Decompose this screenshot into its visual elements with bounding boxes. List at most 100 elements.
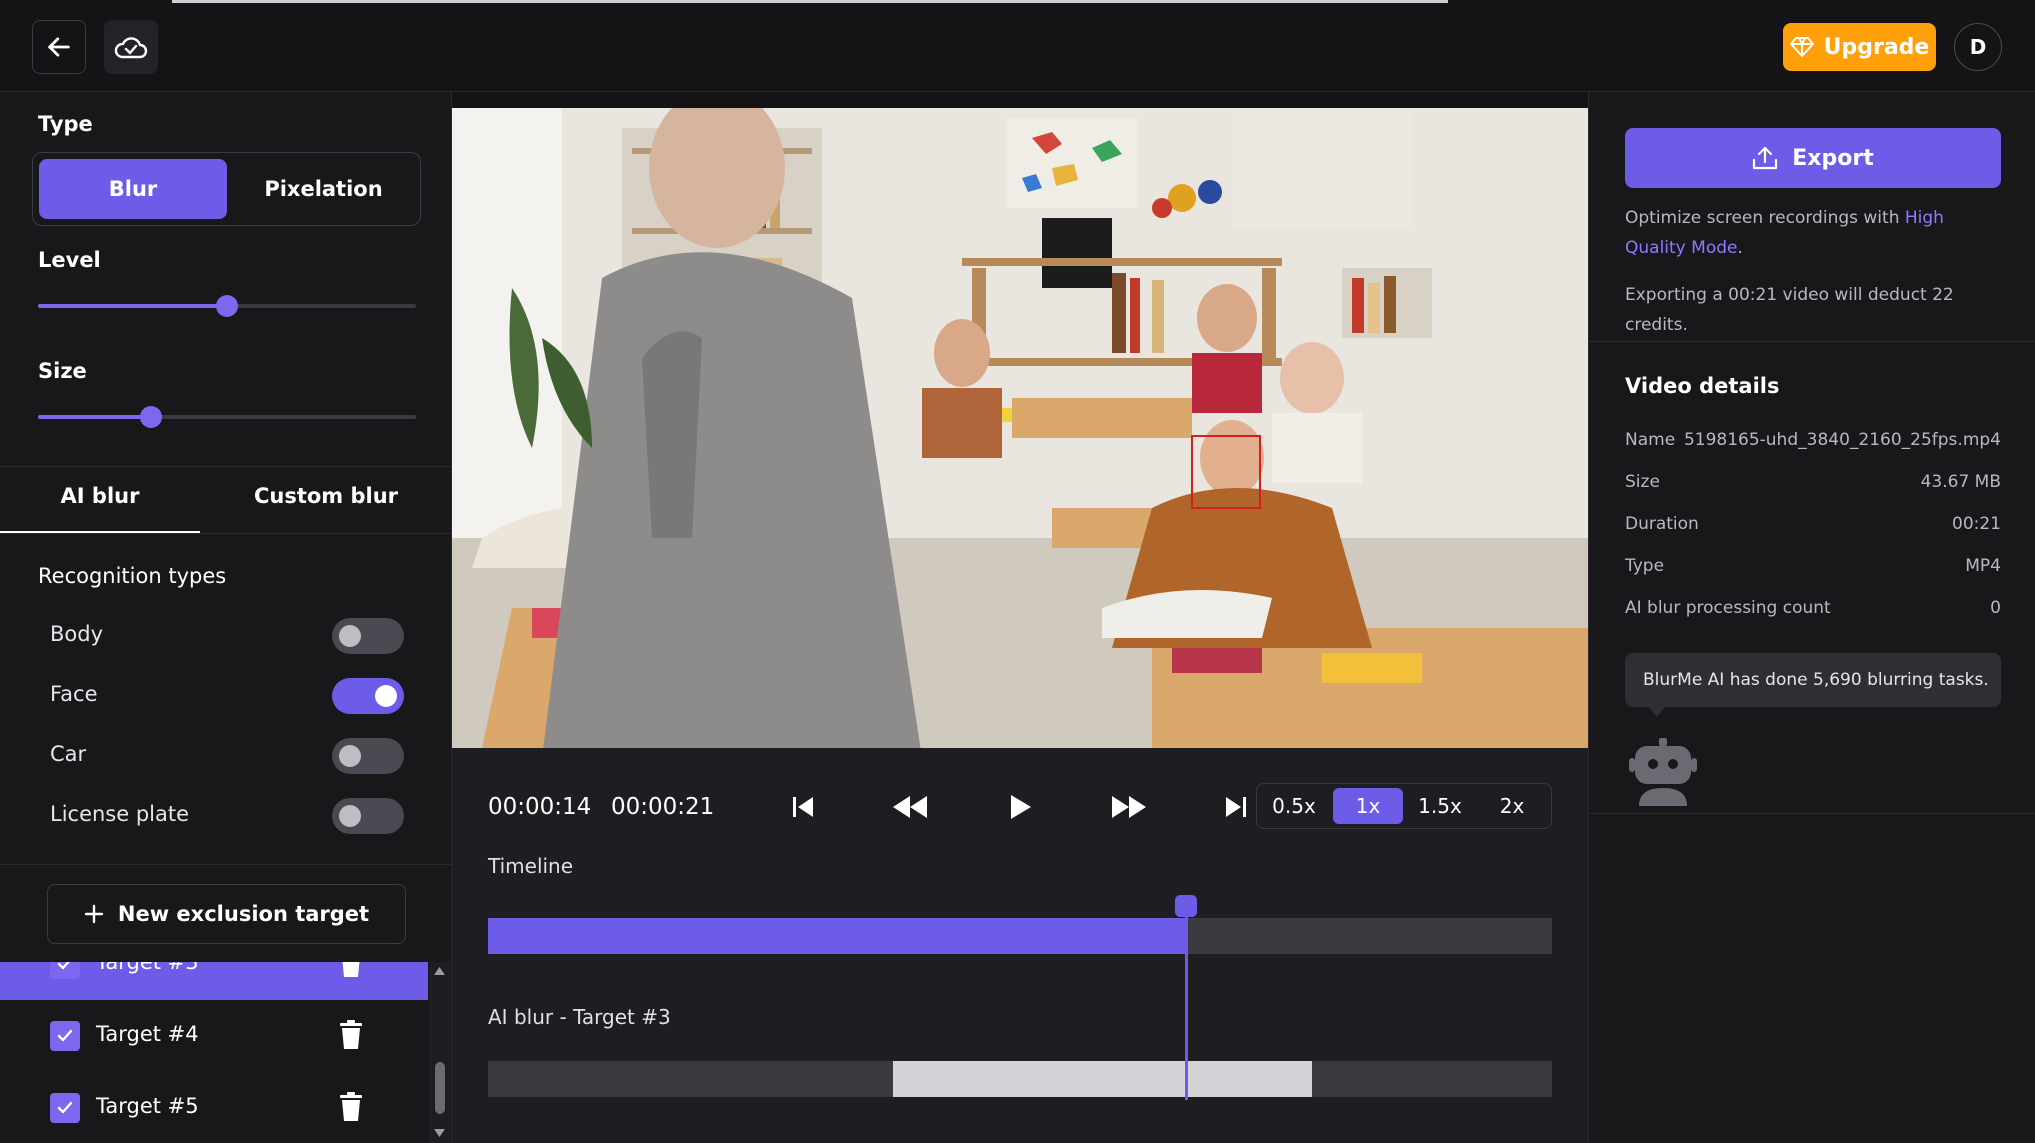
size-slider-handle[interactable] — [140, 406, 163, 428]
video-details-title: Video details — [1625, 374, 1780, 398]
target-name: Target #5 — [96, 1094, 199, 1118]
new-exclusion-target-label: New exclusion target — [117, 902, 370, 926]
tab-ai-blur[interactable]: AI blur — [0, 466, 200, 526]
upgrade-button[interactable]: Upgrade — [1783, 23, 1936, 71]
upgrade-label: Upgrade — [1823, 34, 1930, 60]
divider — [1589, 341, 2035, 342]
top-bar: Upgrade D — [0, 0, 2035, 92]
target-name: Target #3 — [96, 962, 199, 974]
type-label: Type — [38, 112, 93, 136]
level-label: Level — [38, 248, 101, 272]
skip-to-start-icon[interactable] — [791, 795, 815, 819]
body-toggle[interactable] — [332, 618, 404, 654]
target-checkbox[interactable] — [50, 1021, 80, 1051]
list-item[interactable]: Target #5 — [0, 1072, 428, 1143]
check-icon — [57, 962, 70, 970]
recognition-title: Recognition types — [38, 564, 227, 588]
detail-key: AI blur processing count — [1625, 598, 1831, 618]
export-button[interactable]: Export — [1625, 128, 2001, 188]
cloud-save-button[interactable] — [104, 20, 158, 74]
ai-blur-segment[interactable] — [893, 1061, 1312, 1097]
car-toggle[interactable] — [332, 738, 404, 774]
toggle-knob — [339, 745, 361, 767]
credit-note: Exporting a 00:21 video will deduct 22 c… — [1625, 285, 1954, 335]
trash-icon[interactable] — [339, 1020, 363, 1050]
detail-key: Duration — [1625, 514, 1699, 534]
speed-0-5x[interactable]: 0.5x — [1263, 788, 1325, 824]
level-slider-handle[interactable] — [216, 295, 238, 317]
recognition-row-car: Car — [50, 736, 404, 776]
toggle-knob — [339, 625, 361, 647]
scroll-down-icon[interactable] — [433, 1128, 446, 1138]
detail-row-size: Size 43.67 MB — [1625, 468, 2001, 498]
detail-value: 00:21 — [1952, 514, 2001, 534]
detail-key: Size — [1625, 472, 1660, 492]
license-plate-toggle[interactable] — [332, 798, 404, 834]
scrollbar-thumb[interactable] — [435, 1062, 445, 1114]
pixelation-option[interactable]: Pixelation — [231, 159, 416, 219]
toggle-knob — [339, 805, 361, 827]
tab-custom-blur[interactable]: Custom blur — [200, 466, 452, 526]
toggle-knob — [375, 685, 397, 707]
speed-2x[interactable]: 2x — [1481, 788, 1543, 824]
size-label: Size — [38, 359, 87, 383]
upload-icon — [1753, 146, 1778, 170]
rewind-icon[interactable] — [893, 796, 927, 818]
skip-to-end-icon[interactable] — [1224, 795, 1248, 819]
back-button[interactable] — [32, 20, 86, 74]
classroom-video-frame — [452, 108, 1588, 748]
detail-key: Name — [1625, 430, 1676, 450]
check-icon — [57, 1029, 73, 1042]
list-item[interactable]: Target #3 — [0, 962, 428, 1000]
detail-value: 5198165-uhd_3840_2160_25fps.mp4 — [1683, 430, 2001, 450]
stats-bubble: BlurMe AI has done 5,690 blurring tasks. — [1625, 653, 2001, 707]
divider — [0, 864, 452, 865]
scroll-up-icon[interactable] — [433, 966, 446, 976]
target-checkbox[interactable] — [50, 962, 80, 979]
blur-option[interactable]: Blur — [39, 159, 227, 219]
detail-row-ai-count: AI blur processing count 0 — [1625, 594, 2001, 624]
type-selector: Blur Pixelation — [32, 152, 421, 226]
detail-value: 0 — [1990, 598, 2001, 618]
ai-blur-track[interactable] — [488, 1061, 1552, 1097]
target-list-scrollbar[interactable] — [429, 962, 450, 1143]
timeline-label: Timeline — [488, 854, 574, 878]
ai-track-label: AI blur - Target #3 — [488, 1005, 671, 1029]
size-slider[interactable] — [38, 406, 416, 428]
right-panel: Export Optimize screen recordings with H… — [1588, 92, 2035, 1143]
detail-value: MP4 — [1965, 556, 2001, 576]
hq-note: Optimize screen recordings with High Qua… — [1625, 203, 2005, 263]
detail-value: 43.67 MB — [1920, 472, 2001, 492]
timeline-track[interactable] — [488, 918, 1552, 954]
hq-prefix: Optimize screen recordings with — [1625, 208, 1905, 228]
timeline-progress — [488, 918, 1186, 954]
list-item[interactable]: Target #4 — [0, 1000, 428, 1072]
total-time: 00:00:21 — [611, 794, 715, 820]
size-slider-fill — [38, 415, 152, 419]
trash-icon[interactable] — [339, 962, 363, 978]
cloud-check-icon — [114, 37, 148, 59]
play-icon[interactable] — [1010, 794, 1032, 820]
level-slider-fill — [38, 304, 227, 308]
export-label: Export — [1792, 145, 1874, 171]
avatar[interactable]: D — [1954, 23, 2002, 71]
playhead-handle[interactable] — [1174, 895, 1197, 917]
detail-row-name: Name 5198165-uhd_3840_2160_25fps.mp4 — [1625, 426, 2001, 456]
detail-row-duration: Duration 00:21 — [1625, 510, 2001, 540]
arrow-left-icon — [48, 37, 70, 57]
new-exclusion-target-button[interactable]: New exclusion target — [47, 884, 406, 944]
fast-forward-icon[interactable] — [1112, 796, 1146, 818]
speed-1-5x[interactable]: 1.5x — [1407, 788, 1473, 824]
top-accent-line — [172, 0, 1448, 3]
trash-icon[interactable] — [339, 1092, 363, 1122]
level-slider[interactable] — [38, 295, 416, 317]
playhead-line — [1184, 904, 1188, 1100]
target-checkbox[interactable] — [50, 1093, 80, 1123]
face-toggle[interactable] — [332, 678, 404, 714]
speed-1x[interactable]: 1x — [1333, 788, 1403, 824]
video-preview[interactable] — [452, 108, 1588, 748]
divider — [1589, 813, 2035, 814]
hq-suffix: . — [1737, 238, 1743, 258]
detail-row-type: Type MP4 — [1625, 552, 2001, 582]
recognition-row-body: Body — [50, 616, 404, 656]
